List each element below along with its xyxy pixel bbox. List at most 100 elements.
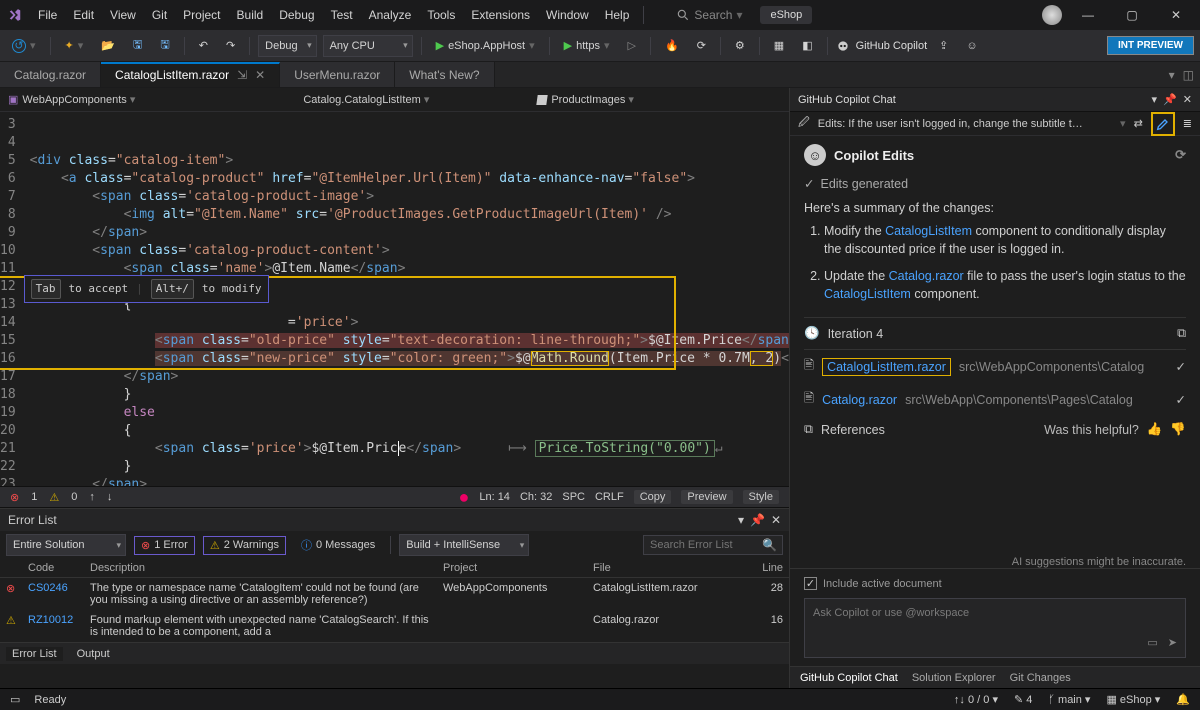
warning-icon[interactable]: ⚠	[49, 491, 59, 504]
new-item-button[interactable]: ✦▾	[59, 36, 90, 55]
nav-up-icon[interactable]: ↑	[89, 491, 95, 503]
share-icon[interactable]: ⇪	[933, 36, 954, 55]
doc-tab[interactable]: Catalog.razor	[0, 62, 101, 87]
account-avatar[interactable]	[1042, 5, 1062, 25]
menu-debug[interactable]: Debug	[271, 4, 322, 26]
menu-analyze[interactable]: Analyze	[361, 4, 420, 26]
eol-mode[interactable]: CRLF	[595, 491, 624, 503]
error-filter[interactable]: ⊗1 Error	[134, 536, 195, 555]
config-dropdown[interactable]: Debug	[258, 35, 316, 57]
tool-icon[interactable]: ⚙	[729, 36, 751, 55]
code-editor[interactable]: 345678910111213141516171819202122232425 …	[0, 112, 789, 486]
close-icon[interactable]: ✕	[771, 513, 781, 527]
refresh-icon[interactable]: ⟳	[1175, 147, 1186, 163]
changed-file-row[interactable]: 🖹Catalog.razorsrc\WebApp\Components\Page…	[804, 383, 1186, 416]
source-dropdown[interactable]: Build + IntelliSense	[399, 534, 529, 556]
attach-icon[interactable]: ▭	[1147, 636, 1157, 649]
save-button[interactable]: 🖫	[127, 33, 148, 58]
window-menu-icon[interactable]: ▾	[738, 513, 744, 527]
pin-icon[interactable]: ⇲	[237, 68, 247, 82]
refresh-icon[interactable]: ⟳	[691, 36, 712, 55]
error-row[interactable]: ⚠RZ10012Found markup element with unexpe…	[0, 610, 789, 642]
message-filter[interactable]: ⓘ0 Messages	[294, 534, 382, 556]
caret-col[interactable]: Ch: 32	[520, 491, 552, 503]
open-file-button[interactable]: 📂	[95, 36, 121, 55]
redo-button[interactable]: ↷	[220, 36, 241, 55]
tab-overflow-icon[interactable]: ▾	[1169, 68, 1175, 82]
github-copilot-button[interactable]: GitHub Copilot	[836, 39, 928, 53]
nav-down-icon[interactable]: ↓	[107, 491, 113, 503]
error-row[interactable]: ⊗CS0246The type or namespace name 'Catal…	[0, 578, 789, 610]
maximize-button[interactable]: ▢	[1114, 2, 1150, 28]
pin-icon[interactable]: 📌	[750, 513, 765, 527]
tab-output[interactable]: Output	[77, 648, 110, 660]
menu-window[interactable]: Window	[538, 4, 597, 26]
changed-file-row[interactable]: 🖹CatalogListItem.razorsrc\WebAppComponen…	[804, 350, 1186, 383]
preview-button[interactable]: Preview	[681, 490, 732, 504]
sync-icon[interactable]: ⇄	[1134, 117, 1143, 130]
code-body[interactable]: <div class="catalog-item"> <a class="cat…	[22, 112, 789, 486]
save-all-button[interactable]: 🖫	[154, 33, 175, 58]
layout-icon-2[interactable]: ◧	[796, 36, 818, 55]
crumb-project[interactable]: ▣WebAppComponents	[8, 93, 135, 106]
output-icon[interactable]: ▭	[10, 693, 20, 706]
tab-copilot-chat[interactable]: GitHub Copilot Chat	[800, 672, 898, 684]
error-icon[interactable]: ⊗	[10, 491, 19, 504]
references-row[interactable]: ⧉ References Was this helpful? 👍 👎	[804, 416, 1186, 443]
close-icon[interactable]: ✕	[1183, 93, 1192, 106]
layout-icon[interactable]: ▦	[768, 36, 790, 55]
menu-build[interactable]: Build	[229, 4, 272, 26]
close-button[interactable]: ✕	[1158, 2, 1194, 28]
pending-changes[interactable]: ✎ 4	[1014, 693, 1032, 706]
platform-dropdown[interactable]: Any CPU	[323, 35, 413, 57]
notifications-icon[interactable]: 🔔	[1176, 693, 1190, 706]
checkbox-icon[interactable]: ✓	[804, 577, 817, 590]
include-active-doc[interactable]: ✓ Include active document	[804, 577, 1186, 590]
menu-file[interactable]: File	[30, 4, 65, 26]
hot-reload-icon[interactable]: 🔥	[659, 36, 685, 55]
scope-dropdown[interactable]: Entire Solution	[6, 534, 126, 556]
doc-tab[interactable]: UserMenu.razor	[280, 62, 395, 87]
feedback-icon[interactable]: ☺	[960, 37, 983, 55]
undo-button[interactable]: ↶	[193, 36, 214, 55]
start-without-debug-button[interactable]: ▷	[622, 36, 642, 55]
minimize-button[interactable]: ―	[1070, 2, 1106, 28]
copilot-edits-highlight[interactable]	[1151, 112, 1175, 136]
menu-view[interactable]: View	[102, 4, 144, 26]
thumbs-up-icon[interactable]: 👍	[1147, 422, 1163, 437]
window-menu-icon[interactable]: ▾	[1152, 93, 1158, 106]
style-button[interactable]: Style	[743, 490, 779, 504]
menu-git[interactable]: Git	[144, 4, 175, 26]
thumbs-down-icon[interactable]: 👎	[1170, 422, 1186, 437]
menu-tools[interactable]: Tools	[419, 4, 463, 26]
tab-close-all-icon[interactable]: ◫	[1183, 68, 1194, 82]
list-icon[interactable]: ≣	[1183, 117, 1192, 130]
copilot-chat-input[interactable]: Ask Copilot or use @workspace ▭ ➤	[804, 598, 1186, 658]
close-icon[interactable]: ✕	[255, 68, 265, 82]
menu-edit[interactable]: Edit	[65, 4, 102, 26]
menu-help[interactable]: Help	[597, 4, 638, 26]
send-icon[interactable]: ➤	[1168, 636, 1177, 649]
tab-git-changes[interactable]: Git Changes	[1010, 672, 1071, 684]
warning-filter[interactable]: ⚠2 Warnings	[203, 536, 286, 555]
tab-error-list[interactable]: Error List	[6, 647, 63, 661]
menu-test[interactable]: Test	[323, 4, 361, 26]
launch-profile-button[interactable]: ▶https ▾	[558, 36, 616, 55]
caret-line[interactable]: Ln: 14	[479, 491, 510, 503]
copy-icon[interactable]: ⧉	[1177, 326, 1186, 341]
start-debug-button[interactable]: ▶eShop.AppHost ▾	[430, 36, 541, 55]
branch-picker[interactable]: ᚶ main ▾	[1048, 693, 1090, 706]
menu-project[interactable]: Project	[175, 4, 228, 26]
menu-extensions[interactable]: Extensions	[463, 4, 538, 26]
copy-button[interactable]: Copy	[634, 490, 672, 504]
indent-mode[interactable]: SPC	[562, 491, 585, 503]
sync-status[interactable]: ↑↓ 0 / 0 ▾	[954, 693, 998, 706]
pin-icon[interactable]: 📌	[1163, 93, 1177, 106]
crumb-class[interactable]: Catalog.CatalogListItem	[303, 93, 429, 106]
tab-solution-explorer[interactable]: Solution Explorer	[912, 672, 996, 684]
doc-tab[interactable]: CatalogListItem.razor⇲✕	[101, 62, 280, 87]
nav-back-button[interactable]: ↺▾	[6, 36, 42, 56]
doc-tab[interactable]: What's New?	[395, 62, 494, 87]
repo-picker[interactable]: ▦ eShop ▾	[1106, 693, 1160, 706]
global-search[interactable]: Search ▾	[670, 6, 748, 24]
